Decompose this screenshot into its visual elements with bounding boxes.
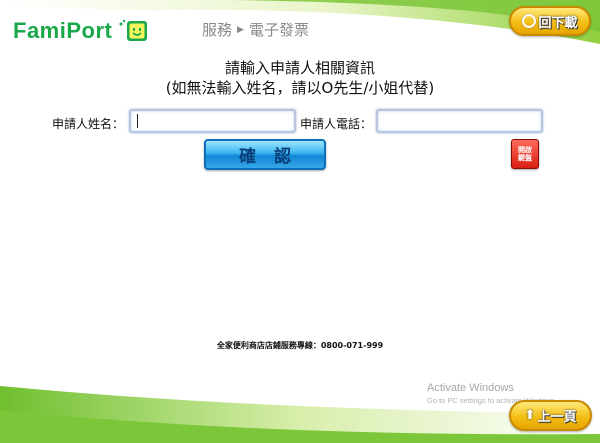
footer-wave bbox=[0, 386, 600, 443]
home-icon bbox=[522, 14, 537, 28]
service-hotline: 全家便利商店店鋪服務專線：0800-071-999 bbox=[216, 341, 384, 350]
keyboard-label-line2: 鍵盤 bbox=[518, 154, 532, 162]
famiport-logo: FamiPort bbox=[13, 15, 148, 47]
text-caret bbox=[137, 114, 138, 128]
phone-label: 申請人電話： bbox=[300, 117, 373, 131]
page-title: 請輸入申請人相關資訊 bbox=[224, 59, 375, 77]
home-button[interactable]: 回下載 bbox=[509, 6, 591, 36]
keyboard-label-line1: 開啟 bbox=[518, 146, 532, 154]
confirm-button[interactable]: 確認 bbox=[204, 139, 326, 170]
breadcrumb-service: 服務 bbox=[202, 21, 233, 39]
home-button-label: 回下載 bbox=[538, 15, 578, 31]
up-arrow-icon: ⬆ bbox=[524, 408, 536, 423]
confirm-button-label: 確認 bbox=[239, 147, 309, 167]
open-keyboard-button[interactable]: 開啟 鍵盤 bbox=[511, 139, 539, 169]
logo-text: FamiPort bbox=[13, 18, 113, 43]
previous-page-button[interactable]: ⬆ 上一頁 bbox=[509, 400, 592, 431]
breadcrumb: 服務 ▶ 電子發票 bbox=[202, 19, 309, 40]
page-subtitle: (如無法輸入姓名，請以O先生/小姐代替) bbox=[165, 79, 435, 97]
previous-page-label: 上一頁 bbox=[537, 410, 577, 425]
applicant-name-input[interactable] bbox=[129, 109, 296, 133]
name-label: 申請人姓名： bbox=[52, 117, 125, 131]
breadcrumb-einvoice: 電子發票 bbox=[248, 21, 309, 39]
famiport-mascot-icon bbox=[119, 19, 148, 41]
activate-windows-title: Activate Windows bbox=[427, 382, 514, 394]
applicant-phone-input[interactable] bbox=[376, 109, 543, 133]
breadcrumb-arrow-icon: ▶ bbox=[237, 24, 244, 35]
